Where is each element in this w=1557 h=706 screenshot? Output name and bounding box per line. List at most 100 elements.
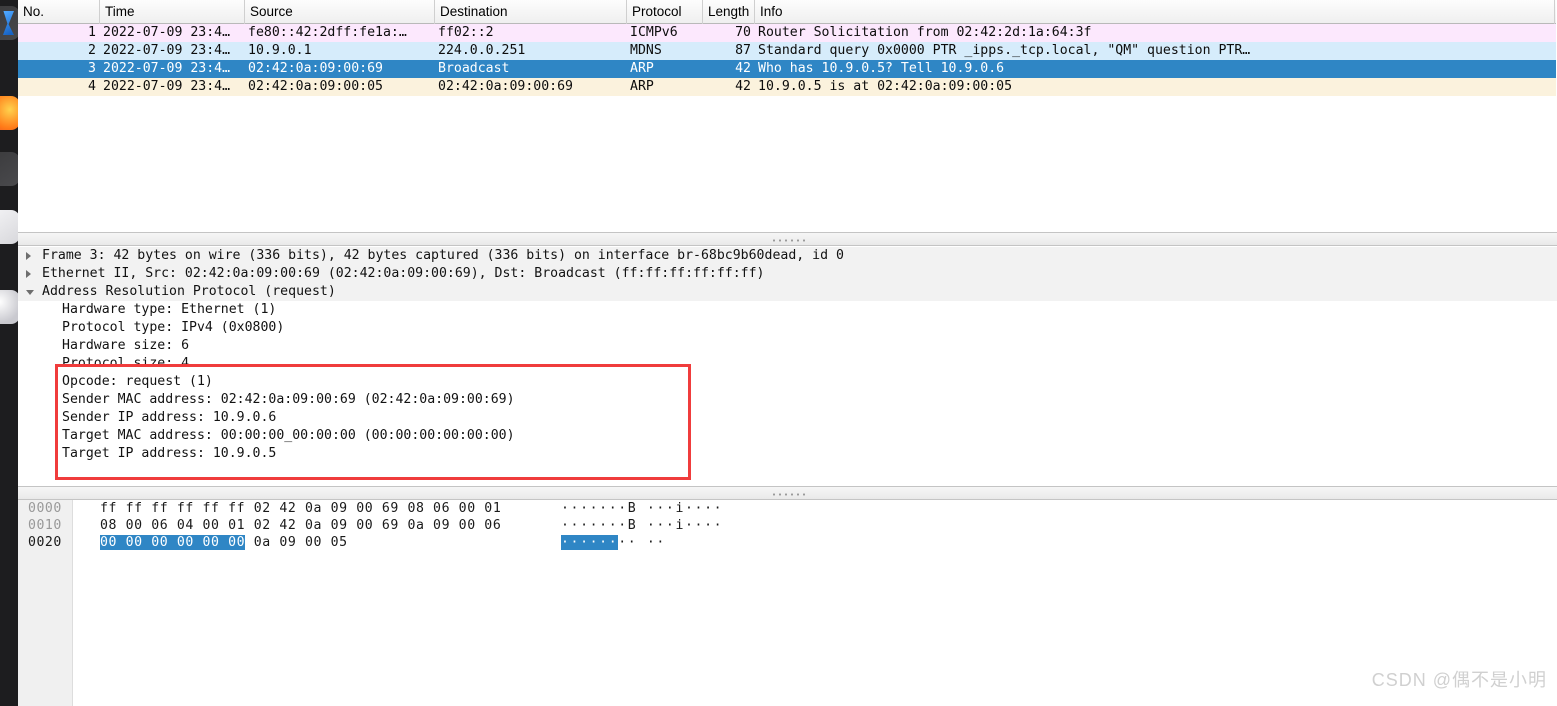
- detail-tree-node[interactable]: Protocol size: 4: [18, 355, 1557, 373]
- detail-tree-node[interactable]: Address Resolution Protocol (request): [18, 283, 1557, 301]
- packet-row[interactable]: 3 2022-07-09 23:4… 02:42:0a:09:00:69 Broadc…: [18, 60, 1556, 78]
- hex-rows[interactable]: 0000 ff ff ff ff ff ff 02 42 0a 09 00 69 …: [18, 500, 1557, 551]
- packet-list-body[interactable]: 1 2022-07-09 23:4… fe80::42:2dff:fe1a:… ff0…: [18, 24, 1556, 96]
- hex-ascii-plain: ·· ··: [618, 535, 666, 550]
- detail-tree-label: Sender IP address: 10.9.0.6: [62, 410, 277, 425]
- hex-bytes-group2: 0a 09 00 69 0a 09 00 06: [304, 518, 502, 533]
- detail-tree-label: Protocol type: IPv4 (0x0800): [62, 320, 285, 335]
- detail-tree-label: Hardware type: Ethernet (1): [62, 302, 277, 317]
- wireshark-window: No. Time Source Destination Protocol Len…: [0, 0, 1557, 706]
- detail-tree-label: Address Resolution Protocol (request): [42, 284, 336, 299]
- packet-details-pane[interactable]: Frame 3: 42 bytes on wire (336 bits), 42…: [18, 247, 1557, 486]
- files-icon[interactable]: [0, 210, 18, 244]
- hex-bytes[interactable]: 00 00 00 00 00 00 0a 09 00 05: [100, 534, 348, 551]
- column-header-info[interactable]: Info: [755, 0, 1555, 24]
- hex-ascii-selected: ······: [561, 535, 619, 550]
- detail-tree-node[interactable]: Sender MAC address: 02:42:0a:09:00:69 (0…: [18, 391, 1557, 409]
- code-editor-icon[interactable]: [0, 6, 18, 40]
- hex-offset: 0020: [28, 535, 62, 550]
- hex-row[interactable]: 0010 08 00 06 04 00 01 02 42 0a 09 00 69 …: [18, 517, 1557, 534]
- detail-tree-node[interactable]: Sender IP address: 10.9.0.6: [18, 409, 1557, 427]
- hex-bytes-group1: 08 00 06 04 00 01 02 42: [100, 518, 297, 533]
- splitter-list-detail[interactable]: [18, 232, 1557, 246]
- detail-tree-node[interactable]: Opcode: request (1): [18, 373, 1557, 391]
- splitter-detail-bytes[interactable]: [18, 486, 1557, 500]
- hex-ascii[interactable]: ·······B ···i····: [561, 517, 723, 534]
- hex-ascii[interactable]: ········ ··: [561, 534, 666, 551]
- hex-bytes-selected: 00 00 00 00 00 00: [100, 535, 246, 550]
- packet-bytes-pane[interactable]: 0000 ff ff ff ff ff ff 02 42 0a 09 00 69 …: [18, 500, 1557, 706]
- detail-tree-label: Frame 3: 42 bytes on wire (336 bits), 42…: [42, 248, 844, 263]
- cell-source: 02:42:0a:09:00:69: [248, 61, 383, 76]
- detail-tree-node[interactable]: Hardware type: Ethernet (1): [18, 301, 1557, 319]
- watermark: CSDN @偶不是小明: [1371, 670, 1547, 690]
- packet-list-header[interactable]: No. Time Source Destination Protocol Len…: [18, 0, 1556, 24]
- cell-no: 1: [88, 25, 96, 40]
- hex-bytes[interactable]: 08 00 06 04 00 01 02 42 0a 09 00 69 0a 0…: [100, 517, 501, 534]
- cell-length: 42: [735, 79, 751, 94]
- hex-row[interactable]: 0000 ff ff ff ff ff ff 02 42 0a 09 00 69 …: [18, 500, 1557, 517]
- splitter-grip-icon: [770, 239, 805, 242]
- cell-time: 2022-07-09 23:4…: [103, 43, 231, 58]
- cell-source: fe80::42:2dff:fe1a:…: [248, 25, 407, 40]
- cell-destination: 02:42:0a:09:00:69: [438, 79, 573, 94]
- hex-ascii-plain: ·······B ···i····: [561, 518, 724, 533]
- packet-list-pane[interactable]: No. Time Source Destination Protocol Len…: [18, 0, 1557, 232]
- terminal-icon[interactable]: [0, 152, 18, 186]
- cell-destination: ff02::2: [438, 25, 494, 40]
- chevron-right-icon[interactable]: [26, 252, 31, 260]
- detail-tree-node[interactable]: Frame 3: 42 bytes on wire (336 bits), 42…: [18, 247, 1557, 265]
- detail-tree-label: Target IP address: 10.9.0.5: [62, 446, 277, 461]
- chevron-down-icon[interactable]: [26, 290, 34, 295]
- cell-protocol: ARP: [630, 61, 654, 76]
- cell-length: 87: [735, 43, 751, 58]
- cell-destination: Broadcast: [438, 61, 510, 76]
- cell-time: 2022-07-09 23:4…: [103, 25, 231, 40]
- hex-offset: 0010: [28, 518, 62, 533]
- hex-bytes[interactable]: ff ff ff ff ff ff 02 42 0a 09 00 69 08 0…: [100, 500, 501, 517]
- splitter-grip-icon: [770, 493, 805, 496]
- hex-bytes-group1: ff ff ff ff ff ff 02 42: [100, 501, 297, 516]
- column-header-protocol[interactable]: Protocol: [627, 0, 703, 24]
- os-dock[interactable]: [0, 0, 18, 706]
- detail-tree-label: Hardware size: 6: [62, 338, 190, 353]
- settings-icon[interactable]: [0, 290, 18, 324]
- column-header-destination[interactable]: Destination: [435, 0, 627, 24]
- cell-time: 2022-07-09 23:4…: [103, 79, 231, 94]
- cell-no: 4: [88, 79, 96, 94]
- packet-row[interactable]: 2 2022-07-09 23:4… 10.9.0.1 224.0.0.251 MDNS…: [18, 42, 1556, 60]
- cell-info: Who has 10.9.0.5? Tell 10.9.0.6: [758, 61, 1005, 76]
- detail-tree-label: Target MAC address: 00:00:00_00:00:00 (0…: [62, 428, 515, 443]
- cell-protocol: MDNS: [630, 43, 662, 58]
- cell-no: 2: [88, 43, 96, 58]
- cell-info: 10.9.0.5 is at 02:42:0a:09:00:05: [758, 79, 1013, 94]
- detail-tree-node[interactable]: Ethernet II, Src: 02:42:0a:09:00:69 (02:…: [18, 265, 1557, 283]
- cell-time: 2022-07-09 23:4…: [103, 61, 231, 76]
- detail-tree-label: Protocol size: 4: [62, 356, 190, 371]
- packet-row[interactable]: 1 2022-07-09 23:4… fe80::42:2dff:fe1a:… ff0…: [18, 24, 1556, 42]
- hex-bytes-group2: 0a 09 00 69 08 06 00 01: [304, 501, 502, 516]
- cell-length: 42: [735, 61, 751, 76]
- column-header-source[interactable]: Source: [245, 0, 435, 24]
- cell-length: 70: [735, 25, 751, 40]
- cell-source: 02:42:0a:09:00:05: [248, 79, 383, 94]
- cell-info: Router Solicitation from 02:42:2d:1a:64:…: [758, 25, 1092, 40]
- hex-bytes-trailing: 0a 09 00 05: [245, 535, 348, 550]
- cell-info: Standard query 0x0000 PTR _ipps._tcp.loc…: [758, 43, 1251, 58]
- firefox-icon[interactable]: [0, 96, 18, 130]
- chevron-right-icon[interactable]: [26, 270, 31, 278]
- packet-row[interactable]: 4 2022-07-09 23:4… 02:42:0a:09:00:05 02:42:…: [18, 78, 1556, 96]
- hex-row[interactable]: 0020 00 00 00 00 00 00 0a 09 00 05 ·······…: [18, 534, 1557, 551]
- detail-tree-node[interactable]: Protocol type: IPv4 (0x0800): [18, 319, 1557, 337]
- detail-tree-node[interactable]: Target IP address: 10.9.0.5: [18, 445, 1557, 463]
- hex-ascii[interactable]: ·······B ···i····: [561, 500, 723, 517]
- column-header-no[interactable]: No.: [18, 0, 100, 24]
- detail-tree-node[interactable]: Target MAC address: 00:00:00_00:00:00 (0…: [18, 427, 1557, 445]
- detail-tree-label: Opcode: request (1): [62, 374, 213, 389]
- cell-protocol: ICMPv6: [630, 25, 678, 40]
- detail-tree-node[interactable]: Hardware size: 6: [18, 337, 1557, 355]
- hex-offset: 0000: [28, 501, 62, 516]
- column-header-time[interactable]: Time: [100, 0, 245, 24]
- cell-no: 3: [88, 61, 96, 76]
- column-header-length[interactable]: Length: [703, 0, 755, 24]
